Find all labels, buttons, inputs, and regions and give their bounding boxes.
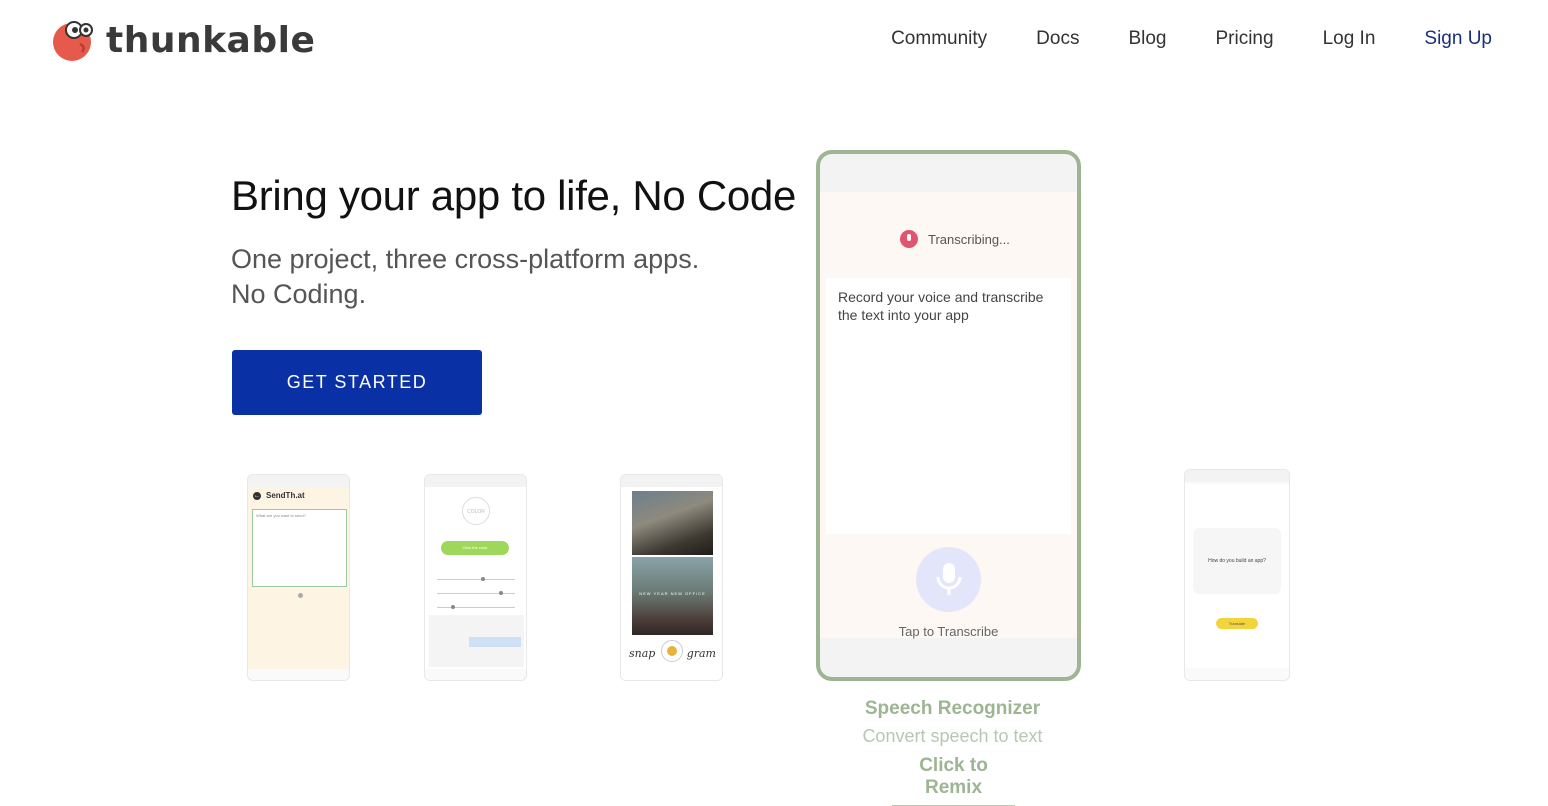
photo-top (632, 491, 713, 555)
back-arrow-icon: ← (253, 491, 261, 500)
phone-screen: ← SendTh.at What are you want to send? (248, 487, 349, 669)
app-preview-sendthat[interactable]: ← SendTh.at What are you want to send? (247, 474, 350, 681)
photo-caption: NEW YEAR NEW OFFICE (639, 591, 706, 596)
phone-status-bar (621, 475, 722, 487)
phone-screen: How do you build an app? Translate (1185, 484, 1289, 668)
mic-red-icon (900, 230, 918, 248)
phone-status-bar (1185, 470, 1289, 482)
hero-subtitle: One project, three cross-platform apps. … (231, 242, 699, 312)
transcribing-status: Transcribing... (900, 230, 1010, 248)
phone-header: ← SendTh.at (248, 487, 349, 504)
photo-bottom (632, 557, 713, 635)
nav-docs[interactable]: Docs (1036, 28, 1079, 50)
phone-status-bar (248, 475, 349, 487)
nav-pricing[interactable]: Pricing (1215, 28, 1273, 50)
nav-blog[interactable]: Blog (1128, 28, 1166, 50)
get-started-button[interactable]: GET STARTED (232, 350, 482, 415)
featured-app-description: Convert speech to text (862, 726, 1043, 746)
translate-button: Translate (1216, 618, 1258, 629)
slider-track (437, 579, 515, 580)
snap-word: snap (629, 647, 656, 660)
top-nav: Community Docs Blog Pricing Log In Sign … (891, 28, 1492, 50)
transcribing-label: Transcribing... (928, 231, 1010, 247)
gram-word: gram (686, 647, 716, 660)
slider-track (437, 593, 515, 594)
microphone-icon (916, 547, 981, 612)
thunkable-logo[interactable]: thunkable (52, 18, 315, 62)
nav-community[interactable]: Community (891, 28, 987, 50)
app-preview-snapgram[interactable]: NEW YEAR NEW OFFICE snap gram (620, 474, 723, 681)
phone-screen: Transcribing... Record your voice and tr… (820, 192, 1077, 639)
app-title: SendTh.at (266, 491, 305, 500)
phone-status-bar (425, 475, 526, 487)
tap-to-transcribe: Tap to Transcribe (898, 624, 999, 639)
nav-log-in[interactable]: Log In (1323, 28, 1376, 50)
click-to-remix-link[interactable]: Click to Remix (892, 755, 1015, 806)
hero-subtitle-line-2: No Coding. (231, 279, 367, 309)
color-circle: COLOR (462, 497, 490, 525)
camera-icon (661, 640, 683, 662)
transcript-card: Record your voice and transcribe the tex… (826, 278, 1071, 534)
slider-knob (481, 577, 485, 581)
phone-screen: COLOR Click the color (425, 487, 526, 669)
thunkable-mascot-icon (52, 18, 96, 62)
color-button: Click the color (441, 541, 509, 555)
app-preview-speech-recognizer[interactable]: Transcribing... Record your voice and tr… (816, 150, 1081, 681)
slider-track (437, 607, 515, 608)
app-preview-color[interactable]: COLOR Click the color (424, 474, 527, 681)
question-bubble: How do you build an app? (1193, 528, 1281, 594)
slider-knob (499, 591, 503, 595)
featured-app-title: Speech Recognizer (864, 698, 1041, 719)
keyboard-highlight (469, 637, 521, 647)
message-box: What are you want to send? (252, 509, 347, 587)
indicator-dot (298, 593, 303, 598)
slider-knob (451, 605, 455, 609)
app-preview-translate[interactable]: How do you build an app? Translate (1184, 469, 1290, 681)
brand-name: thunkable (106, 19, 316, 61)
hero-subtitle-line-1: One project, three cross-platform apps. (231, 244, 700, 274)
nav-sign-up[interactable]: Sign Up (1424, 28, 1492, 50)
phone-screen: NEW YEAR NEW OFFICE snap gram (621, 487, 722, 680)
hero-title: Bring your app to life, No Code (231, 172, 797, 219)
